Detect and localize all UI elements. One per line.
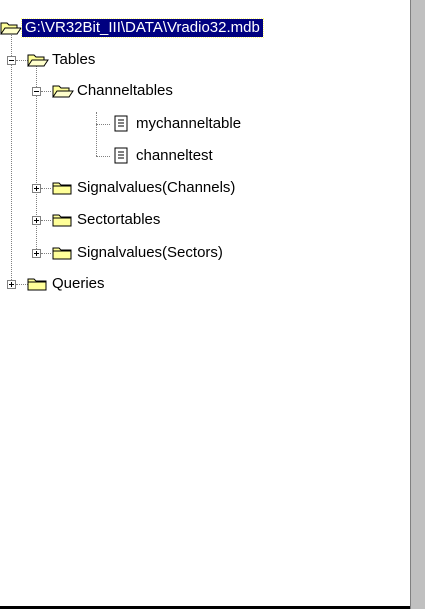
expand-toggle-icon[interactable] bbox=[32, 184, 41, 193]
open-folder-icon bbox=[52, 82, 74, 100]
expand-toggle-icon[interactable] bbox=[7, 280, 16, 289]
open-folder-icon bbox=[0, 19, 22, 37]
tree-node-signalvalues-channels[interactable]: Signalvalues(Channels) bbox=[52, 176, 238, 200]
collapse-toggle-icon[interactable] bbox=[7, 56, 16, 65]
tree-line bbox=[41, 253, 51, 254]
tree-line bbox=[96, 112, 97, 156]
tree-node-label: Channeltables bbox=[77, 82, 173, 99]
tree-node-channeltest[interactable]: channeltest bbox=[111, 144, 216, 168]
tree-node-label: channeltest bbox=[136, 147, 213, 164]
closed-folder-icon bbox=[52, 244, 74, 262]
tree-node-label: Sectortables bbox=[77, 211, 161, 228]
document-icon bbox=[111, 115, 133, 133]
tree-node-tables[interactable]: Tables bbox=[27, 48, 98, 72]
tree-line bbox=[96, 124, 110, 125]
expand-toggle-icon[interactable] bbox=[32, 216, 41, 225]
tree-node-label: Signalvalues(Channels) bbox=[77, 179, 236, 196]
vertical-scrollbar[interactable] bbox=[410, 0, 425, 609]
tree-node-root[interactable]: G:\VR32Bit_III\DATA\Vradio32.mdb bbox=[0, 16, 264, 40]
tree-node-label: Signalvalues(Sectors) bbox=[77, 244, 223, 261]
tree-node-label: Tables bbox=[52, 51, 96, 68]
closed-folder-icon bbox=[27, 275, 49, 293]
database-tree-view[interactable]: G:\VR32Bit_III\DATA\Vradio32.mdb Tables … bbox=[0, 0, 410, 609]
tree-node-label: G:\VR32Bit_III\DATA\Vradio32.mdb bbox=[21, 18, 264, 38]
document-icon bbox=[111, 147, 133, 165]
tree-node-channeltables[interactable]: Channeltables bbox=[52, 79, 176, 103]
tree-line bbox=[96, 156, 110, 157]
tree-line bbox=[11, 30, 12, 284]
closed-folder-icon bbox=[52, 211, 74, 229]
tree-node-queries[interactable]: Queries bbox=[27, 272, 108, 296]
tree-line bbox=[41, 91, 51, 92]
tree-node-label: Queries bbox=[52, 275, 105, 292]
collapse-toggle-icon[interactable] bbox=[32, 87, 41, 96]
tree-node-mychanneltable[interactable]: mychanneltable bbox=[111, 112, 244, 136]
tree-line bbox=[41, 188, 51, 189]
open-folder-icon bbox=[27, 51, 49, 69]
tree-node-label: mychanneltable bbox=[136, 115, 242, 132]
expand-toggle-icon[interactable] bbox=[32, 249, 41, 258]
tree-node-signalvalues-sectors[interactable]: Signalvalues(Sectors) bbox=[52, 241, 226, 265]
tree-node-sectortables[interactable]: Sectortables bbox=[52, 208, 163, 232]
tree-line bbox=[41, 220, 51, 221]
closed-folder-icon bbox=[52, 179, 74, 197]
